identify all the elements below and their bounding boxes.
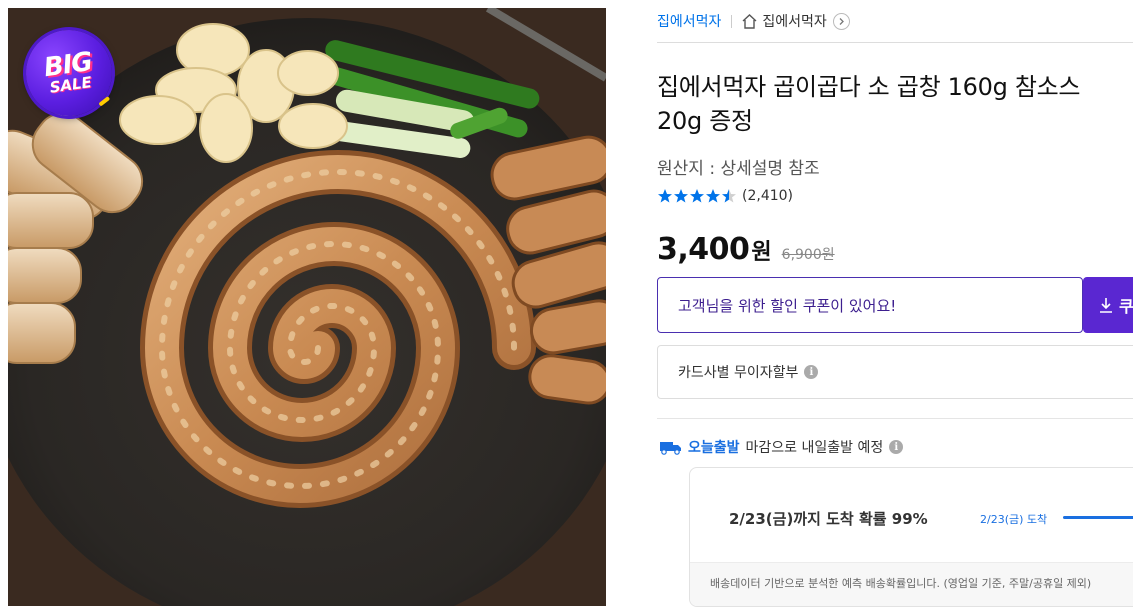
rating-stars [657,188,737,204]
coupon-download-button[interactable]: 쿠 [1083,277,1133,333]
product-info-panel: 집에서먹자 집에서먹자 집에서먹자 곱이곱다 소 곱창 160g 참소스 20g… [657,0,1133,611]
seller-link[interactable]: 집에서먹자 [657,11,721,31]
card-installment-row[interactable]: 카드사별 무이자할부 i [657,345,1133,399]
product-image[interactable]: BIG SALE [8,8,606,606]
arrival-estimate-box: 2/23(금)까지 도착 확률 99% 2/23(금) 도착 배송데이터 기반으… [689,467,1133,607]
review-count: (2,410) [742,188,794,204]
delivery-row: 오늘출발 마감으로 내일출발 예정 i [659,436,904,458]
coupon-message: 고객님을 위한 할인 쿠폰이 있어요! [678,296,897,315]
origin-info: 원산지 : 상세설명 참조 [657,159,820,179]
today-shipping-badge: 오늘출발 [688,440,740,456]
header-divider [657,42,1133,43]
truck-icon [660,442,681,455]
original-price: 6,900원 [781,247,835,263]
arrival-footnote-box: 배송데이터 기반으로 분석한 예측 배송확률입니다. (영업일 기준, 주말/공… [690,562,1133,606]
coupon-banner[interactable]: 고객님을 위한 할인 쿠폰이 있어요! [657,277,1083,333]
star-icon [690,189,704,203]
price-unit: 원 [751,240,772,265]
shop-link[interactable]: 집에서먹자 [762,11,826,31]
chevron-right-icon[interactable] [832,12,850,30]
price-row: 3,400 원 6,900원 [657,232,835,267]
download-icon [1100,298,1112,313]
star-icon [658,189,672,203]
info-icon[interactable]: i [889,440,904,454]
star-icon [722,189,736,203]
breadcrumb-divider [731,14,733,28]
arrival-footnote: 배송데이터 기반으로 분석한 예측 배송확률입니다. (영업일 기준, 주말/공… [710,577,1092,590]
arrival-date-label: 2/23(금) 도착 [980,513,1048,526]
home-icon [742,13,757,29]
section-divider [657,418,1133,419]
star-icon [674,189,688,203]
card-installment-label: 카드사별 무이자할부 [678,365,799,381]
rating-summary[interactable]: (2,410) [657,186,793,206]
sale-price: 3,400 [657,232,750,267]
arrival-progress-bar [1063,516,1133,519]
arrival-probability: 2/23(금)까지 도착 확률 99% [729,510,928,528]
breadcrumb: 집에서먹자 집에서먹자 [657,10,850,32]
product-title: 집에서먹자 곱이곱다 소 곱창 160g 참소스 20g 증정 [657,73,1081,135]
info-icon[interactable]: i [804,365,819,379]
coupon-button-label: 쿠 [1119,297,1133,316]
shipping-note: 마감으로 내일출발 예정 [745,440,884,456]
star-icon [706,189,720,203]
big-sale-line2: SALE [48,73,93,97]
product-page: BIG SALE 집에서먹자 집에서먹자 집에서먹자 곱이곱다 소 곱창 160… [0,0,1133,611]
